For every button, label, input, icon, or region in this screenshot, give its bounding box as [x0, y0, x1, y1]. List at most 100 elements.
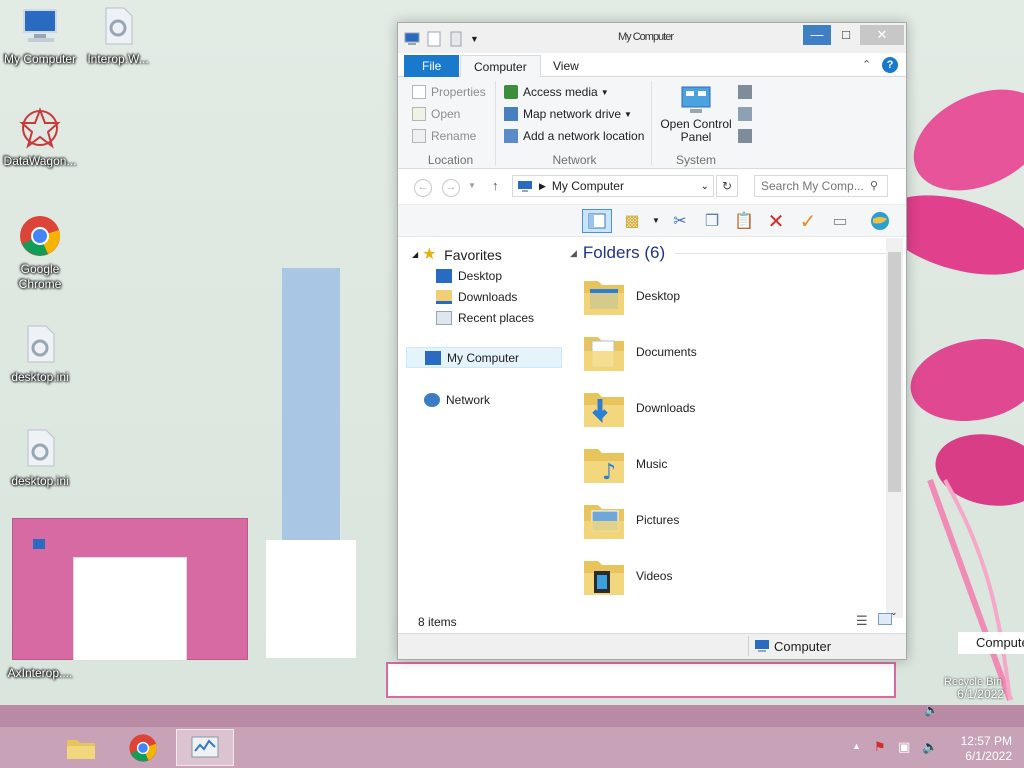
music-folder-icon: ♪ [584, 449, 624, 485]
new-folder-icon[interactable] [448, 31, 464, 47]
desktop-icon-datawagon[interactable]: DataWagon... [0, 106, 80, 169]
folder-item-music[interactable]: ♪ Music [566, 436, 886, 492]
taskbar-thumbnail-preview[interactable] [12, 518, 248, 661]
properties-icon[interactable] [426, 31, 442, 47]
desktop-icon [436, 268, 452, 283]
properties-button[interactable]: Properties [406, 81, 495, 103]
pane-icon [588, 213, 606, 229]
forward-button[interactable]: → [442, 179, 460, 197]
paste-button[interactable]: 📋 [732, 209, 756, 233]
open-control-panel-button[interactable]: Open Control Panel [658, 85, 734, 144]
nav-item-my-computer[interactable]: My Computer [406, 347, 562, 368]
vertical-scrollbar[interactable]: ⌄ [886, 238, 903, 618]
computer-icon [755, 640, 769, 652]
clock-date: 6/1/2022 [965, 749, 1012, 763]
folder-item-videos[interactable]: Videos [566, 548, 886, 604]
address-path[interactable]: ▶ My Computer ⌄ [512, 175, 714, 197]
qa-dropdown-icon[interactable]: ▼ [470, 34, 479, 44]
tab-view[interactable]: View [540, 55, 592, 77]
desktop-icon-desktop-ini-2[interactable]: desktop.ini [0, 426, 80, 489]
network-location-icon [504, 129, 518, 143]
folder-options-dropdown-icon[interactable]: ▼ [652, 216, 660, 225]
nav-item-network[interactable]: Network [398, 389, 564, 410]
map-network-drive-button[interactable]: Map network drive ▼ [498, 103, 651, 125]
delete-button[interactable]: ✕ [764, 209, 788, 233]
desktop-icon-interop[interactable]: Interop.W... [78, 4, 158, 67]
ghost-computer-label: Compute [958, 632, 1024, 654]
add-network-location-button[interactable]: Add a network location [498, 125, 651, 147]
maximize-button[interactable]: □ [832, 25, 860, 45]
file-explorer-icon [67, 739, 95, 759]
tab-file[interactable]: File [404, 55, 460, 77]
network-status-icon[interactable]: ▣ [898, 739, 910, 755]
nav-item-recent-places[interactable]: Recent places [398, 307, 564, 328]
back-button[interactable]: ← [414, 179, 432, 197]
show-hidden-icons-button[interactable]: ▲ [852, 741, 861, 751]
minimize-button[interactable]: — [803, 25, 831, 45]
open-button[interactable]: Open [406, 103, 495, 125]
copy-button[interactable]: ❐ [700, 209, 724, 233]
nav-favorites[interactable]: ◢ ★ Favorites [398, 244, 564, 265]
star-icon: ★ [422, 245, 437, 263]
folder-item-desktop[interactable]: Desktop [566, 268, 886, 324]
taskbar-app-active[interactable] [176, 729, 234, 766]
videos-folder-icon [584, 561, 624, 595]
action-center-icon[interactable]: ⚑ [874, 739, 886, 755]
network-globe-button[interactable] [868, 209, 892, 233]
clock-time: 12:57 PM [960, 734, 1012, 748]
desktop-icon-label: AxInterop.... [7, 666, 73, 680]
taskbar-chrome[interactable] [114, 729, 172, 766]
title-bar[interactable]: ▼ My Computer — □ ✕ [398, 23, 906, 53]
computer-icon [425, 350, 441, 365]
chevron-down-icon[interactable]: ⌄ [701, 181, 709, 192]
folder-options-button[interactable]: ▩ [620, 209, 644, 233]
search-input[interactable] [754, 175, 888, 197]
uninstall-icon[interactable] [738, 107, 752, 121]
group-name-system: System [675, 153, 716, 167]
large-icons-view-icon[interactable] [878, 613, 892, 625]
chrome-icon [129, 733, 157, 762]
system-properties-icon[interactable] [738, 85, 752, 99]
explorer-window[interactable]: ▼ My Computer — □ ✕ File Computer View ⌃… [397, 22, 907, 660]
taskbar-file-explorer[interactable] [52, 729, 110, 766]
system-clock[interactable]: 12:57 PM 6/1/2022 [961, 734, 1012, 764]
close-button[interactable]: ✕ [860, 25, 904, 45]
expand-icon[interactable]: ◢ [412, 250, 418, 259]
rename-toolbar-button[interactable]: ▭ [828, 209, 852, 233]
nav-item-desktop[interactable]: Desktop [398, 265, 564, 286]
collapse-icon[interactable]: ◢ [570, 248, 577, 259]
volume-muted-icon[interactable]: 🔈 [922, 739, 938, 755]
details-view-icon[interactable]: ☰ [856, 613, 868, 629]
folder-item-pictures[interactable]: Pictures [566, 492, 886, 548]
address-bar: ← → ▼ ↑ ▶ My Computer ⌄ ↻ ⚲ [398, 169, 906, 205]
network-drive-icon [504, 107, 518, 121]
access-media-button[interactable]: Access media ▼ [498, 81, 651, 103]
folder-item-downloads[interactable]: Downloads [566, 380, 886, 436]
collapse-ribbon-icon[interactable]: ⌃ [862, 58, 871, 71]
ribbon-group-location: Properties Open Rename Location [406, 81, 496, 167]
desktop-icon-axinterop[interactable]: AxInterop.... [0, 666, 80, 681]
desktop-icon-my-computer[interactable]: My Computer [0, 4, 80, 67]
datawagon-icon [19, 107, 61, 149]
select-button[interactable]: ✓ [796, 209, 820, 233]
open-icon [412, 107, 426, 121]
rename-button[interactable]: Rename [406, 125, 495, 147]
scrollbar-thumb[interactable] [888, 252, 901, 492]
recent-dropdown-icon[interactable]: ▼ [468, 181, 476, 190]
up-button[interactable]: ↑ [492, 178, 499, 193]
refresh-button[interactable]: ↻ [716, 175, 738, 197]
manage-icon[interactable] [738, 129, 752, 143]
help-icon[interactable]: ? [882, 57, 898, 73]
desktop-icon-google-chrome[interactable]: Google Chrome [0, 214, 80, 292]
tab-computer[interactable]: Computer [460, 55, 541, 78]
nav-item-downloads[interactable]: Downloads [398, 286, 564, 307]
ghost-window-left [282, 268, 340, 540]
preview-pane-button[interactable] [582, 209, 612, 233]
desktop-icon-desktop-ini-1[interactable]: desktop.ini [0, 322, 80, 385]
cut-button[interactable]: ✂ [668, 209, 692, 233]
desktop-folder-icon [584, 281, 624, 315]
folder-item-documents[interactable]: Documents [566, 324, 886, 380]
folders-group-header[interactable]: ◢ Folders (6) [566, 238, 886, 268]
documents-folder-icon [584, 337, 624, 371]
pictures-folder-icon [584, 505, 624, 539]
